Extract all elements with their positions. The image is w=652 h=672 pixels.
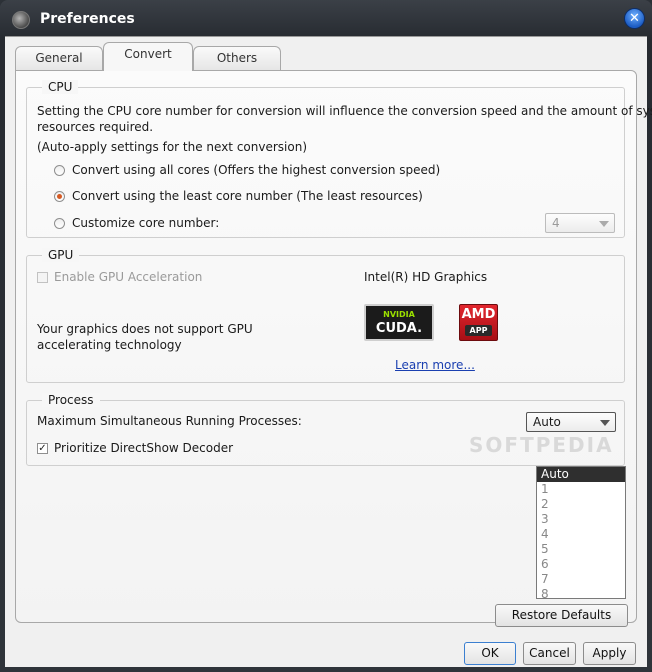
radio-all-cores-label[interactable]: Convert using all cores (Offers the high…: [72, 163, 440, 177]
dropdown-option-5[interactable]: 5: [537, 542, 625, 557]
dropdown-option-8[interactable]: 8: [537, 587, 625, 602]
cpu-legend: CPU: [42, 80, 79, 94]
gpu-legend: GPU: [42, 248, 80, 262]
radio-least-cores[interactable]: [54, 191, 65, 202]
cpu-auto-apply-note: (Auto-apply settings for the next conver…: [37, 140, 307, 154]
learn-more-link[interactable]: Learn more...: [395, 358, 475, 372]
prioritize-directshow-label[interactable]: Prioritize DirectShow Decoder: [54, 441, 233, 455]
gpu-group: GPU Enable GPU Acceleration Intel(R) HD …: [26, 248, 625, 383]
dropdown-option-auto[interactable]: Auto: [537, 467, 625, 482]
restore-defaults-button[interactable]: Restore Defaults: [495, 604, 628, 627]
radio-customize-cores[interactable]: [54, 218, 65, 229]
max-processes-select[interactable]: Auto: [526, 412, 616, 432]
softpedia-watermark: SOFTPEDIA: [469, 433, 614, 457]
cpu-group: CPU Setting the CPU core number for conv…: [26, 80, 652, 238]
max-processes-label: Maximum Simultaneous Running Processes:: [37, 414, 302, 428]
chevron-down-icon: [600, 420, 610, 426]
app-icon: [12, 11, 30, 29]
gpu-unsupported-line1: Your graphics does not support GPU: [37, 322, 253, 336]
cancel-button[interactable]: Cancel: [523, 642, 576, 665]
dropdown-option-6[interactable]: 6: [537, 557, 625, 572]
close-icon: ✕: [629, 11, 640, 26]
radio-least-cores-label[interactable]: Convert using the least core number (The…: [72, 189, 423, 203]
cpu-description-line1: Setting the CPU core number for conversi…: [37, 104, 652, 118]
tab-others[interactable]: Others: [193, 46, 281, 70]
amd-app-logo: AMD APP: [459, 304, 498, 341]
window-title: Preferences: [40, 11, 135, 27]
core-number-select[interactable]: 4: [545, 213, 615, 233]
chevron-down-icon: [599, 221, 609, 227]
nvidia-cuda-logo: NVIDIA CUDA.: [364, 304, 434, 341]
apply-button[interactable]: Apply: [583, 642, 636, 665]
dropdown-option-1[interactable]: 1: [537, 482, 625, 497]
dropdown-option-7[interactable]: 7: [537, 572, 625, 587]
tab-convert[interactable]: Convert: [103, 42, 193, 71]
radio-all-cores[interactable]: [54, 165, 65, 176]
amd-logo-bottom: APP: [465, 325, 492, 336]
max-processes-dropdown[interactable]: Auto 1 2 3 4 5 6 7 8: [536, 466, 626, 602]
process-legend: Process: [42, 393, 100, 407]
amd-logo-top: AMD: [461, 307, 496, 322]
nvidia-logo-top: NVIDIA: [383, 310, 415, 319]
graphics-name: Intel(R) HD Graphics: [364, 270, 488, 284]
core-number-value: 4: [552, 216, 560, 230]
radio-customize-cores-label[interactable]: Customize core number:: [72, 216, 219, 230]
prioritize-directshow-checkbox[interactable]: ✓: [37, 443, 48, 454]
dropdown-option-4[interactable]: 4: [537, 527, 625, 542]
max-processes-value: Auto: [533, 415, 561, 429]
dialog-client: General Convert Others CPU Setting the C…: [5, 36, 652, 667]
preferences-window: Preferences ✕ General Convert Others CPU…: [0, 0, 652, 672]
convert-panel: CPU Setting the CPU core number for conv…: [15, 70, 652, 627]
cpu-description-line2: resources required.: [37, 120, 154, 134]
gpu-unsupported-line2: accelerating technology: [37, 338, 182, 352]
enable-gpu-checkbox[interactable]: [37, 272, 48, 283]
ok-button[interactable]: OK: [464, 642, 516, 665]
title-bar[interactable]: Preferences ✕: [0, 0, 652, 40]
dropdown-option-3[interactable]: 3: [537, 512, 625, 527]
enable-gpu-label: Enable GPU Acceleration: [54, 270, 203, 284]
close-button[interactable]: ✕: [624, 8, 645, 29]
nvidia-logo-bottom: CUDA.: [375, 321, 423, 336]
tab-general[interactable]: General: [15, 46, 103, 70]
dropdown-option-2[interactable]: 2: [537, 497, 625, 512]
